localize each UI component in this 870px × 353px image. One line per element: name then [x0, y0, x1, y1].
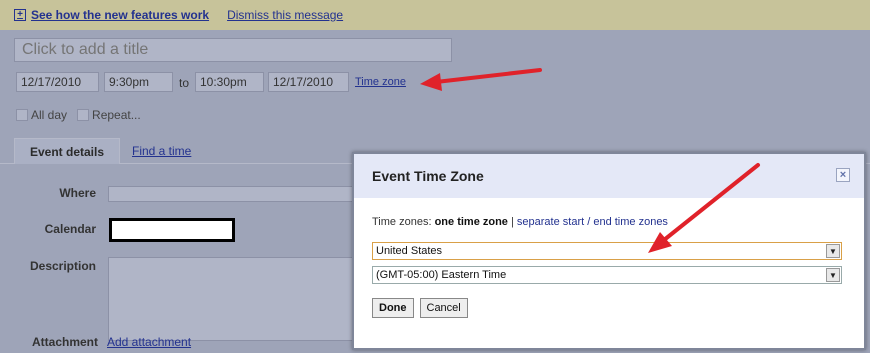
calendar-select[interactable]: [109, 218, 235, 242]
dialog-body: Time zones: one time zone | separate sta…: [354, 198, 864, 318]
done-button[interactable]: Done: [372, 298, 414, 318]
tab-event-details[interactable]: Event details: [14, 138, 120, 164]
dismiss-message-link[interactable]: Dismiss this message: [227, 8, 343, 22]
add-attachment-link[interactable]: Add attachment: [107, 335, 191, 349]
description-textarea[interactable]: [108, 257, 368, 341]
see-features-label: See how the new features work: [31, 8, 210, 22]
timezones-prefix: Time zones:: [372, 216, 432, 228]
time-zone-link[interactable]: Time zone: [355, 76, 406, 88]
event-options: All day Repeat...: [16, 108, 141, 122]
dialog-buttons: Done Cancel: [372, 298, 846, 318]
mode-separator: |: [510, 216, 514, 228]
where-input[interactable]: [108, 186, 368, 202]
end-time-field[interactable]: 10:30pm: [195, 72, 264, 92]
end-date-field[interactable]: 12/17/2010: [268, 72, 349, 92]
separate-time-zones-link[interactable]: separate start / end time zones: [517, 216, 668, 228]
timezone-mode-row: Time zones: one time zone | separate sta…: [372, 216, 846, 228]
dialog-title: Event Time Zone: [372, 168, 484, 184]
dialog-header: Event Time Zone ×: [354, 154, 864, 198]
event-title-input[interactable]: [14, 38, 452, 62]
repeat-checkbox[interactable]: [77, 109, 90, 121]
attachment-label: Attachment: [31, 335, 98, 349]
country-select-value: United States: [376, 245, 443, 257]
dropdown-arrow-icon[interactable]: ▼: [826, 268, 840, 282]
start-time-field[interactable]: 9:30pm: [104, 72, 173, 92]
dropdown-arrow-icon[interactable]: ▼: [826, 244, 840, 258]
tab-find-a-time[interactable]: Find a time: [132, 144, 191, 158]
start-date-field[interactable]: 12/17/2010: [16, 72, 99, 92]
close-icon[interactable]: ×: [836, 168, 850, 182]
all-day-checkbox[interactable]: [16, 109, 28, 121]
info-banner: + See how the new features work Dismiss …: [0, 0, 870, 30]
expand-plus-icon: +: [14, 9, 26, 21]
time-zone-select-value: (GMT-05:00) Eastern Time: [376, 269, 507, 281]
all-day-label: All day: [31, 108, 68, 122]
see-features-link[interactable]: + See how the new features work: [14, 8, 209, 22]
calendar-label: Calendar: [44, 222, 96, 236]
description-label: Description: [29, 259, 96, 273]
all-day-option[interactable]: All day: [16, 108, 67, 122]
one-time-zone-option: one time zone: [434, 216, 508, 228]
cancel-button[interactable]: Cancel: [419, 298, 468, 318]
repeat-label: Repeat...: [92, 108, 141, 122]
where-label: Where: [59, 186, 96, 200]
country-select[interactable]: United States ▼: [372, 242, 842, 260]
time-zone-select[interactable]: (GMT-05:00) Eastern Time ▼: [372, 266, 842, 284]
repeat-option[interactable]: Repeat...: [77, 108, 141, 122]
to-label: to: [179, 76, 190, 90]
time-zone-dialog: Event Time Zone × Time zones: one time z…: [352, 152, 866, 350]
arrow-to-time-zone-link-icon: [420, 68, 542, 91]
